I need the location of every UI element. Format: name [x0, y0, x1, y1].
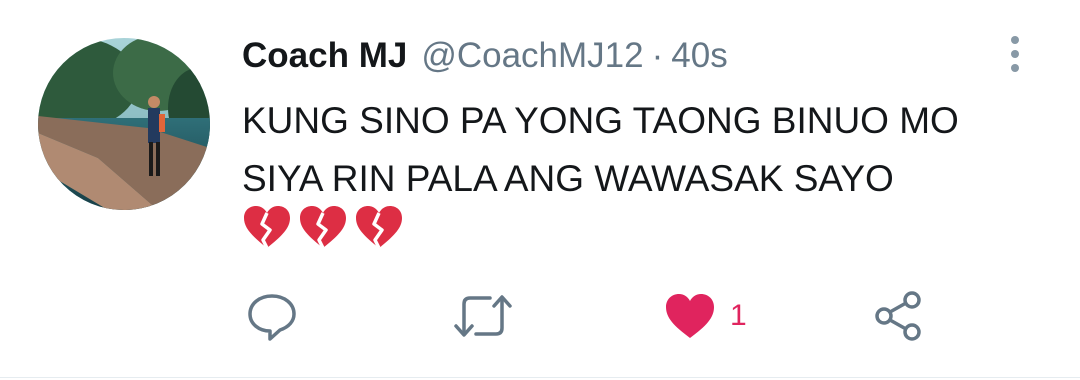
- tweet-text-line: KUNG SINO PA YONG TAONG BINUO MO: [242, 100, 959, 141]
- tweet-card[interactable]: Coach MJ @CoachMJ12 · 40s KUNG SINO PA Y…: [0, 0, 1080, 380]
- author-handle[interactable]: @CoachMJ12: [421, 36, 643, 76]
- retweet-button[interactable]: [452, 286, 514, 346]
- separator-dot: ·: [651, 36, 664, 75]
- reply-icon: [248, 294, 296, 341]
- like-button[interactable]: 1: [664, 286, 747, 346]
- tweet-text: KUNG SINO PA YONG TAONG BINUO MO SIYA RI…: [242, 92, 1022, 208]
- share-button[interactable]: [872, 286, 926, 346]
- heart-icon: [666, 294, 714, 338]
- timestamp[interactable]: 40s: [671, 36, 727, 76]
- broken-heart-icon: [300, 206, 346, 249]
- action-bar: 1: [0, 286, 1080, 346]
- broken-heart-icon: [244, 206, 290, 249]
- broken-heart-icon: [356, 206, 402, 249]
- divider: [0, 377, 1080, 378]
- tweet-text-line: SIYA RIN PALA ANG WAWASAK SAYO: [242, 158, 894, 199]
- retweet-icon: [454, 295, 512, 337]
- share-icon: [875, 291, 921, 341]
- like-count: 1: [730, 299, 747, 332]
- tweet-header: Coach MJ @CoachMJ12 · 40s: [242, 36, 728, 80]
- reply-button[interactable]: [246, 286, 298, 346]
- emoji-row: [242, 204, 404, 250]
- avatar[interactable]: [38, 38, 210, 210]
- more-options-icon[interactable]: [1000, 34, 1030, 74]
- author-name[interactable]: Coach MJ: [242, 36, 407, 76]
